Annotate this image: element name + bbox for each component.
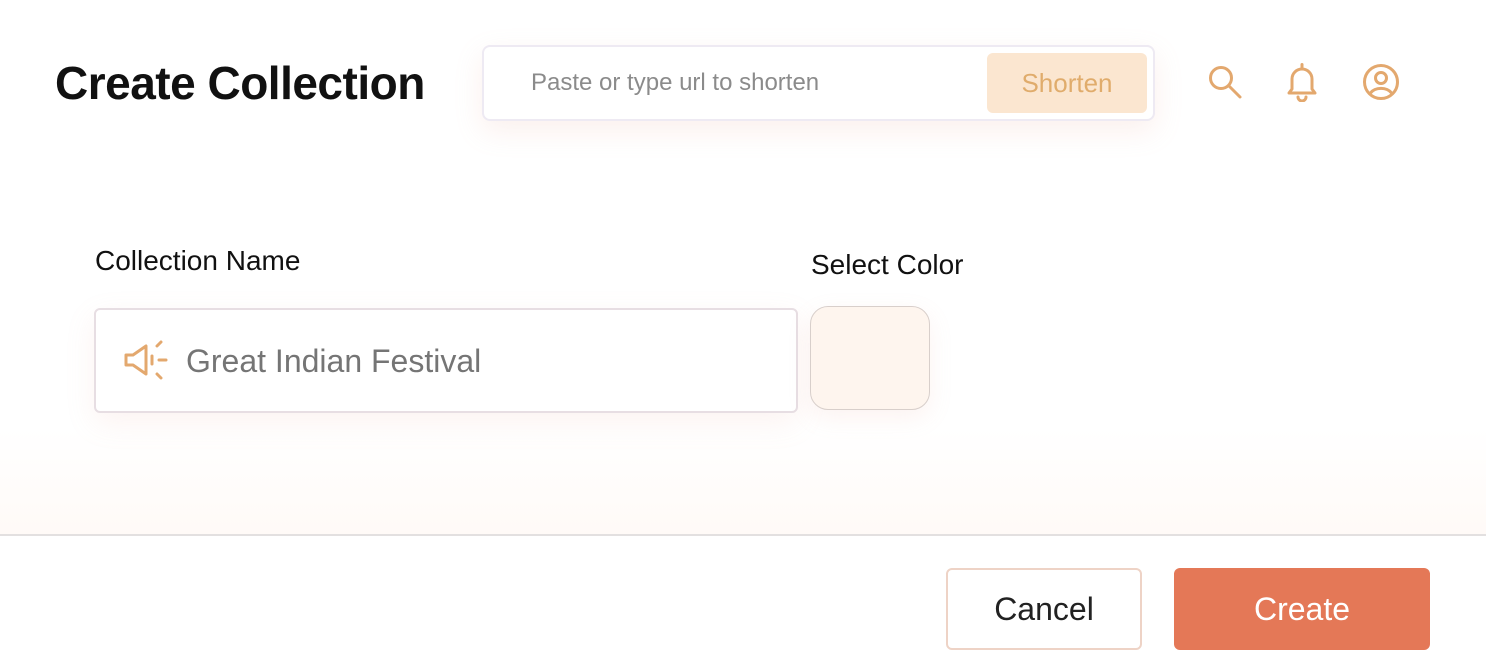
bell-icon[interactable] [1282, 62, 1322, 102]
color-swatch[interactable] [810, 306, 930, 410]
search-icon[interactable] [1205, 62, 1245, 102]
page-title: Create Collection [55, 57, 425, 109]
megaphone-icon [124, 340, 168, 380]
collection-name-label: Collection Name [95, 245, 301, 276]
footer-divider [0, 534, 1486, 536]
create-collection-page: Create Collection Shorten Collection Nam… [0, 0, 1486, 670]
collection-name-input[interactable] [186, 338, 776, 384]
cancel-button[interactable]: Cancel [946, 568, 1142, 650]
url-shortener-bar: Shorten [482, 45, 1155, 121]
url-input[interactable] [531, 61, 971, 105]
collection-name-field[interactable] [94, 308, 798, 413]
create-button[interactable]: Create [1174, 568, 1430, 650]
select-color-label: Select Color [811, 249, 964, 280]
user-icon[interactable] [1361, 62, 1401, 102]
shorten-button[interactable]: Shorten [987, 53, 1147, 113]
